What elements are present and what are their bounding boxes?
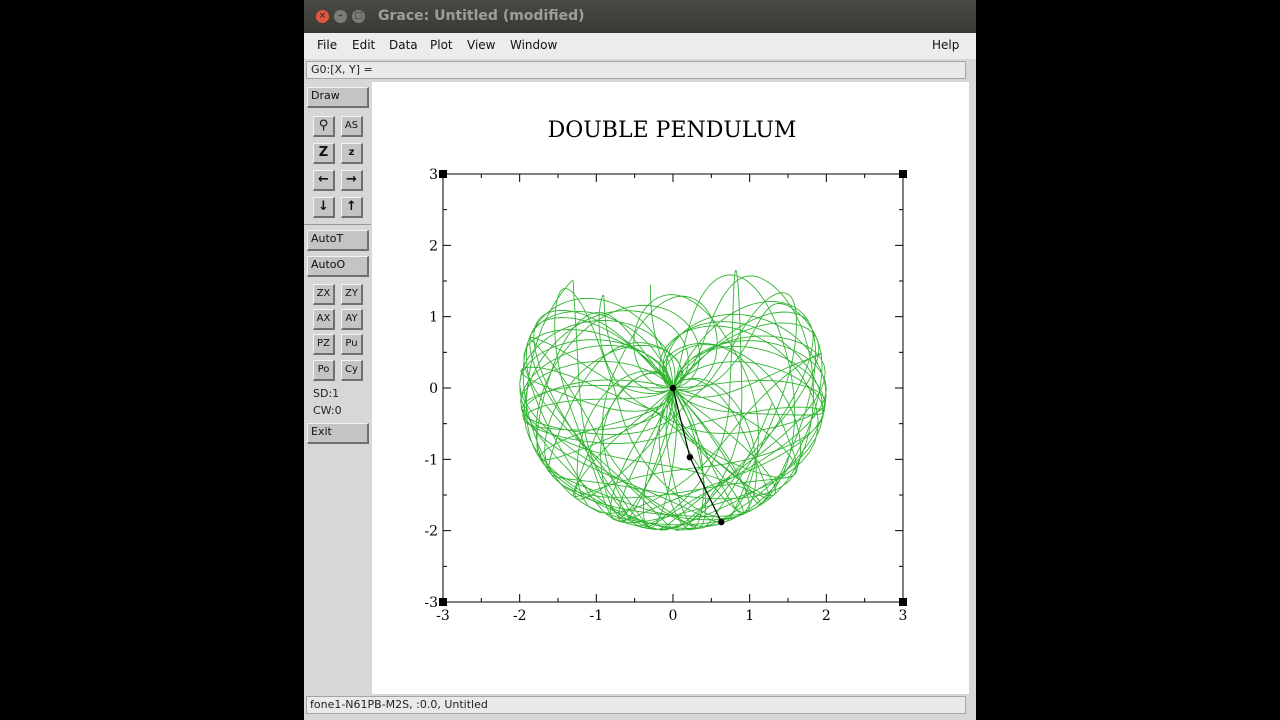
selection-handle[interactable] xyxy=(899,598,907,606)
maximize-window-button[interactable]: □ xyxy=(352,10,365,23)
autot-button[interactable]: AutoT xyxy=(307,230,369,251)
zoom-in-icon: Z xyxy=(318,145,329,160)
current-world-label: CW:0 xyxy=(313,404,342,417)
menu-view[interactable]: View xyxy=(467,38,495,52)
scroll-up-button[interactable]: ↑ xyxy=(341,197,363,218)
window-title: Grace: Untitled (modified) xyxy=(378,8,585,24)
menu-bar: File Edit Data Plot View Window Help xyxy=(304,33,976,59)
x-tick-label: -3 xyxy=(436,608,450,624)
locator-bar: G0:[X, Y] = xyxy=(306,61,966,79)
x-tick-label: -1 xyxy=(590,608,604,624)
down-arrow-icon: ↓ xyxy=(318,199,329,214)
x-tick-label: 2 xyxy=(822,608,831,624)
y-tick-label: -1 xyxy=(424,452,438,468)
menu-file[interactable]: File xyxy=(317,38,337,52)
zx-button[interactable]: ZX xyxy=(313,284,335,305)
minimize-window-button[interactable]: – xyxy=(334,10,347,23)
menu-help[interactable]: Help xyxy=(932,38,959,52)
menu-plot[interactable]: Plot xyxy=(430,38,453,52)
right-arrow-icon: → xyxy=(346,172,357,187)
trajectory-line xyxy=(519,269,827,531)
autoo-button[interactable]: AutoO xyxy=(307,256,369,277)
selection-handle[interactable] xyxy=(439,598,447,606)
zoom-out-icon: z xyxy=(348,147,355,158)
autoscale-icon: AS xyxy=(344,120,359,131)
left-toolbar: Draw ⚲ AS Z z ← → ↓ ↑ AutoT AutoO ZX ZY … xyxy=(304,82,371,694)
pendulum-bob xyxy=(686,453,694,461)
y-tick-label: 3 xyxy=(429,167,438,183)
pivot-point xyxy=(669,384,677,392)
x-tick-label: 3 xyxy=(899,608,908,624)
y-tick-label: -3 xyxy=(424,595,438,611)
ay-button[interactable]: AY xyxy=(341,309,363,330)
selection-handle[interactable] xyxy=(899,170,907,178)
zoom-in-button[interactable]: Z xyxy=(313,143,335,164)
menu-edit[interactable]: Edit xyxy=(352,38,375,52)
zoom-button[interactable]: ⚲ xyxy=(313,116,335,137)
toolbar-divider xyxy=(304,224,371,225)
scroll-right-button[interactable]: → xyxy=(341,170,363,191)
zoom-out-button[interactable]: z xyxy=(341,143,363,164)
ax-button[interactable]: AX xyxy=(313,309,335,330)
y-tick-label: 1 xyxy=(429,310,438,326)
exit-button[interactable]: Exit xyxy=(307,423,369,444)
cy-button[interactable]: Cy xyxy=(341,360,363,381)
x-tick-label: -2 xyxy=(513,608,527,624)
trajectory-series xyxy=(519,269,827,531)
y-tick-label: -2 xyxy=(424,524,438,540)
po-button[interactable]: Po xyxy=(313,360,335,381)
axes: -3 -2 -1 0 1 2 3 -3 -2 -1 0 1 2 3 xyxy=(424,167,907,624)
set-depth-label: SD:1 xyxy=(313,387,340,400)
close-window-button[interactable]: × xyxy=(316,10,329,23)
grace-window: × – □ Grace: Untitled (modified) File Ed… xyxy=(304,0,976,720)
selection-handle[interactable] xyxy=(439,170,447,178)
left-arrow-icon: ← xyxy=(318,172,329,187)
double-pendulum-chart: DOUBLE PENDULUM -3 -2 -1 0 1 2 3 -3 -2 -1 0 1 2 3 xyxy=(424,118,907,624)
x-tick-label: 0 xyxy=(669,608,678,624)
menu-data[interactable]: Data xyxy=(389,38,418,52)
up-arrow-icon: ↑ xyxy=(346,199,357,214)
scroll-down-button[interactable]: ↓ xyxy=(313,197,335,218)
draw-button[interactable]: Draw xyxy=(307,87,369,108)
title-bar: × – □ Grace: Untitled (modified) xyxy=(304,0,976,33)
pz-button[interactable]: PZ xyxy=(313,334,335,355)
status-bar: fone1-N61PB-M2S, :0.0, Untitled xyxy=(306,696,966,714)
y-tick-label: 0 xyxy=(429,381,438,397)
autoscale-button[interactable]: AS xyxy=(341,116,363,137)
y-tick-label: 2 xyxy=(429,238,438,254)
menu-window[interactable]: Window xyxy=(510,38,557,52)
chart-title: DOUBLE PENDULUM xyxy=(548,118,797,143)
zy-button[interactable]: ZY xyxy=(341,284,363,305)
pendulum-bob xyxy=(718,518,725,526)
scroll-left-button[interactable]: ← xyxy=(313,170,335,191)
plot-canvas[interactable]: DOUBLE PENDULUM -3 -2 -1 0 1 2 3 -3 -2 -1 0 1 2 3 xyxy=(372,82,969,694)
x-tick-label: 1 xyxy=(745,608,754,624)
zoom-icon: ⚲ xyxy=(318,118,329,133)
pu-button[interactable]: Pu xyxy=(341,334,363,355)
